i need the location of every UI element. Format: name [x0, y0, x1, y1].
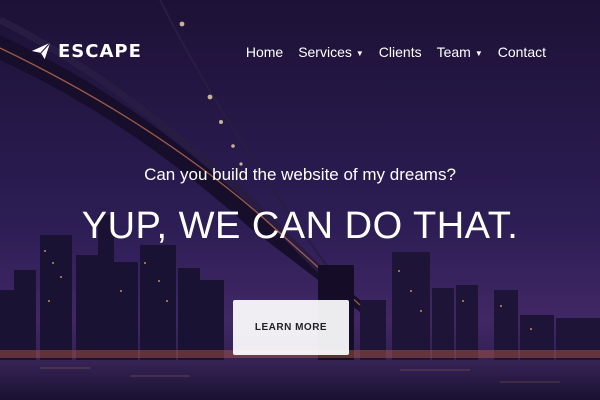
- nav-item-home: Home: [246, 44, 283, 60]
- brand-logo[interactable]: ESCAPE: [30, 40, 142, 62]
- nav-link-clients[interactable]: Clients: [379, 44, 422, 60]
- brand-name: ESCAPE: [58, 40, 142, 62]
- nav-link-team[interactable]: Team ▼: [437, 44, 483, 60]
- nav-link-home[interactable]: Home: [246, 44, 283, 60]
- hero-tagline: Can you build the website of my dreams?: [144, 165, 456, 184]
- nav-menu: Home Services ▼ Clients Team ▼ Contact: [246, 44, 546, 60]
- nav-label: Team: [436, 44, 471, 60]
- chevron-down-icon: ▼: [474, 48, 483, 58]
- learn-more-button[interactable]: LEARN MORE: [233, 300, 349, 355]
- nav-item-services: Services ▼: [298, 44, 364, 60]
- navbar: ESCAPE Home Services ▼ Clients Team ▼ Co…: [0, 0, 600, 104]
- paper-plane-icon: [31, 42, 51, 60]
- nav-item-contact: Contact: [498, 44, 546, 60]
- nav-label: Home: [245, 44, 284, 60]
- nav-label: Services: [298, 44, 352, 60]
- nav-label: Contact: [497, 44, 546, 60]
- nav-item-team: Team ▼: [437, 44, 483, 60]
- hero-headline: YUP, WE CAN DO THAT.: [81, 205, 519, 247]
- chevron-down-icon: ▼: [355, 48, 364, 58]
- nav-item-clients: Clients: [379, 44, 422, 60]
- nav-link-services[interactable]: Services ▼: [298, 44, 364, 60]
- nav-label: Clients: [378, 44, 422, 60]
- nav-link-contact[interactable]: Contact: [498, 44, 546, 60]
